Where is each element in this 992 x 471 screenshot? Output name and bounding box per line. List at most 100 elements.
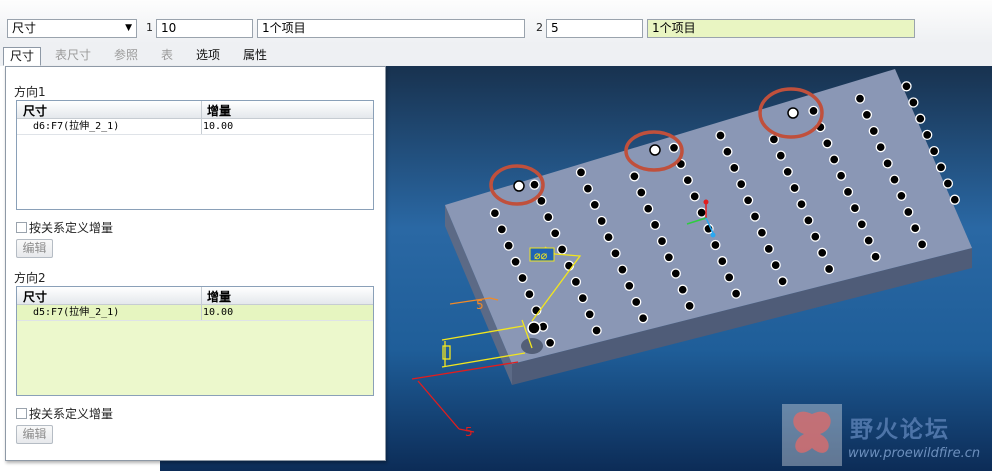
pattern-hole <box>724 272 735 283</box>
direction2-items-collector[interactable]: 1个项目 <box>647 19 915 38</box>
butterfly-logo-icon <box>782 404 842 466</box>
pattern-hole <box>796 199 807 210</box>
table-row[interactable]: d5:F7(拉伸_2_1) 10.00 <box>17 305 373 321</box>
pattern-hole <box>910 223 921 234</box>
pattern-hole <box>656 235 668 247</box>
checkbox-icon[interactable] <box>16 222 27 233</box>
selected-hole[interactable] <box>513 180 525 192</box>
pattern-hole <box>789 182 800 194</box>
dimension-name: d5:F7(拉伸_2_1) <box>33 307 120 318</box>
pattern-hole <box>775 150 786 161</box>
pattern-hole <box>942 178 954 189</box>
pattern-hole <box>822 138 833 149</box>
dimension-value-top[interactable]: 5 <box>476 298 484 312</box>
direction1-edit-button[interactable]: 编辑 <box>16 239 53 258</box>
pattern-hole <box>556 244 568 255</box>
pattern-hole <box>496 224 507 235</box>
pattern-hole <box>770 259 781 271</box>
direction1-relation-checkbox[interactable]: 按关系定义增量 <box>16 219 113 236</box>
pattern-hole <box>677 284 688 295</box>
pattern-hole <box>591 325 602 336</box>
increment-value[interactable]: 10.00 <box>203 305 233 320</box>
pattern-hole <box>649 219 661 231</box>
leader-hole[interactable] <box>527 321 541 335</box>
direction2-relation-checkbox[interactable]: 按关系定义增量 <box>16 405 113 422</box>
pattern-hole <box>854 93 866 104</box>
pattern-hole <box>715 130 726 141</box>
pattern-hole <box>529 179 540 190</box>
pattern-hole <box>829 154 840 165</box>
diameter-symbol-icon: ⌀⌀ <box>534 249 548 262</box>
pattern-hole <box>663 252 675 263</box>
pattern-hole <box>577 292 588 304</box>
tab-options[interactable]: 选项 <box>190 47 226 66</box>
pattern-hole <box>749 211 761 222</box>
pattern-hole <box>730 288 742 299</box>
direction1-table: 尺寸 增量 d6:F7(拉伸_2_1) 10.00 <box>16 100 374 210</box>
pattern-hole <box>670 268 681 279</box>
pattern-hole <box>863 235 874 246</box>
pattern-hole <box>896 190 907 201</box>
table-row[interactable]: d6:F7(拉伸_2_1) 10.00 <box>17 119 373 135</box>
pattern-hole <box>856 219 867 230</box>
pattern-hole <box>889 174 900 185</box>
chevron-down-icon: ▼ <box>125 23 132 33</box>
pattern-hole <box>624 280 635 291</box>
pattern-hole <box>777 276 788 287</box>
watermark-url: www.proewildfire.cn <box>848 446 981 461</box>
pattern-hole <box>842 186 854 198</box>
pattern-hole <box>603 232 614 243</box>
pattern-hole <box>916 239 928 250</box>
direction2-count-input[interactable]: 5 <box>546 19 643 38</box>
pattern-hole <box>882 158 893 169</box>
watermark-text: 野火论坛 <box>850 417 950 443</box>
pattern-hole <box>682 175 693 186</box>
pattern-hole <box>756 227 768 238</box>
pattern-hole <box>550 228 561 239</box>
tab-table[interactable]: 表 <box>155 47 179 66</box>
pattern-hole <box>903 206 914 218</box>
pattern-hole <box>803 215 814 226</box>
pattern-hole <box>544 337 556 348</box>
tab-references[interactable]: 参照 <box>108 47 144 66</box>
direction2-table-header: 尺寸 增量 <box>17 287 373 305</box>
direction1-items-collector[interactable]: 1个项目 <box>257 19 525 38</box>
checkbox-icon[interactable] <box>16 408 27 419</box>
direction1-index: 1 <box>146 21 153 34</box>
pattern-hole <box>489 208 501 219</box>
tab-properties[interactable]: 属性 <box>237 47 273 66</box>
selected-hole[interactable] <box>649 144 661 156</box>
pattern-hole <box>668 142 680 153</box>
direction2-edit-button[interactable]: 编辑 <box>16 425 53 444</box>
increment-value[interactable]: 10.00 <box>203 119 233 134</box>
pattern-hole <box>643 203 654 214</box>
pattern-hole <box>901 81 912 92</box>
pattern-hole <box>868 125 879 137</box>
pattern-hole <box>949 194 960 205</box>
tab-table-dimensions[interactable]: 表尺寸 <box>49 47 97 66</box>
direction2-title: 方向2 <box>14 271 46 285</box>
pattern-hole <box>584 309 595 320</box>
pattern-hole <box>823 263 835 275</box>
direction1-count-input[interactable]: 10 <box>156 19 253 38</box>
pattern-hole <box>810 231 821 242</box>
pattern-hole <box>870 251 881 262</box>
pattern-hole <box>722 146 733 157</box>
dashboard-tabs: 尺寸 表尺寸 参照 表 选项 属性 <box>0 44 992 66</box>
pattern-hole <box>763 243 774 255</box>
dimension-value-bottom[interactable]: 5 <box>465 425 473 439</box>
pattern-hole <box>710 239 721 251</box>
pattern-hole <box>935 162 947 173</box>
pattern-hole <box>610 248 621 259</box>
pattern-hole <box>928 145 940 157</box>
pattern-hole <box>617 264 628 275</box>
checkbox-label: 按关系定义增量 <box>29 407 114 421</box>
pattern-type-select[interactable]: 尺寸 ▼ <box>7 19 137 38</box>
pattern-hole <box>736 178 747 190</box>
selected-hole[interactable] <box>787 107 799 119</box>
pattern-hole <box>631 296 642 308</box>
tab-dimensions[interactable]: 尺寸 <box>3 47 42 66</box>
pattern-hole <box>684 300 695 312</box>
pattern-hole <box>849 202 861 214</box>
pattern-hole <box>582 183 594 194</box>
